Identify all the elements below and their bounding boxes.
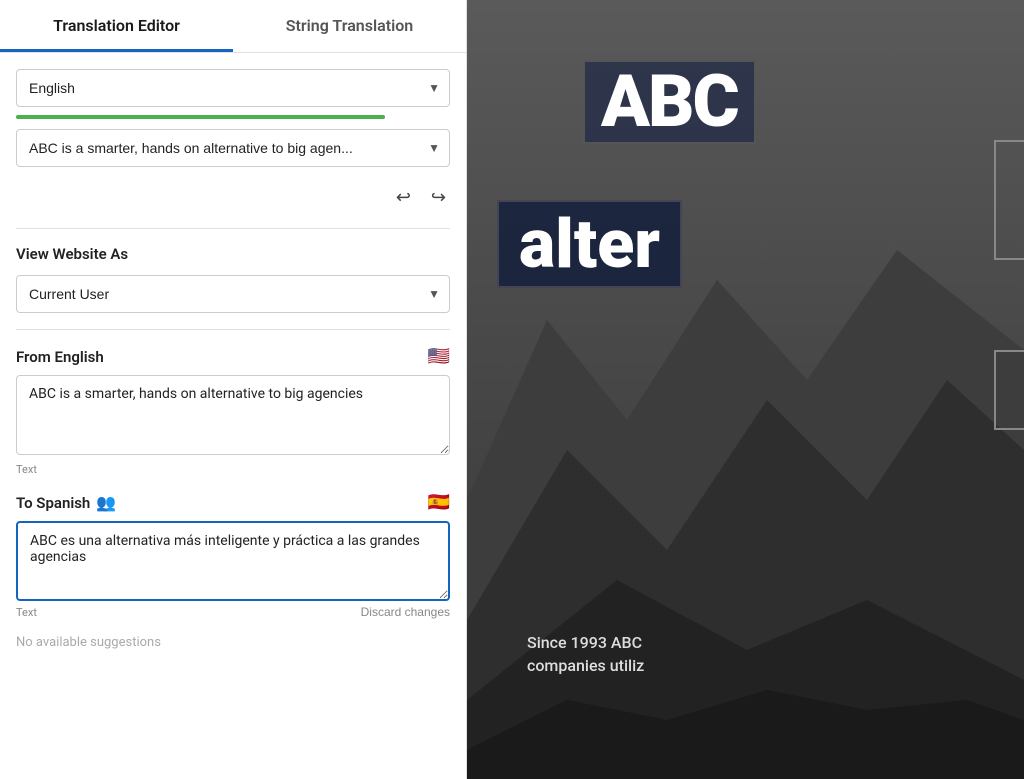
- divider-1: [16, 228, 450, 229]
- abc-text-box: ABC: [583, 60, 756, 144]
- since-line-1: Since 1993 ABC: [527, 633, 644, 652]
- undo-redo-bar: ↩ ↪: [16, 183, 450, 212]
- language-select-wrapper: English ▼: [16, 69, 450, 107]
- panel-content: English ▼ ABC is a smarter, hands on alt…: [0, 53, 466, 779]
- string-select[interactable]: ABC is a smarter, hands on alternative t…: [16, 129, 450, 167]
- border-box-1: [994, 140, 1024, 260]
- to-spanish-type: Text: [16, 606, 37, 619]
- discard-changes-button[interactable]: Discard changes: [361, 605, 450, 619]
- view-as-select[interactable]: Current User: [16, 275, 450, 313]
- view-website-as-label: View Website As: [16, 245, 450, 263]
- from-english-header: From English 🇺🇸: [16, 346, 450, 367]
- to-spanish-label: To Spanish 👥: [16, 493, 116, 512]
- view-as-select-wrapper: Current User ▼: [16, 275, 450, 313]
- preview-background: ✏ ABC alter Since 1993 ABC companies uti…: [467, 0, 1024, 779]
- alter-overlay: alter: [497, 200, 682, 288]
- language-select[interactable]: English: [16, 69, 450, 107]
- divider-2: [16, 329, 450, 330]
- discard-row: Text Discard changes: [16, 605, 450, 619]
- from-english-textarea[interactable]: [16, 375, 450, 455]
- undo-button[interactable]: ↩: [392, 183, 415, 212]
- to-spanish-header: To Spanish 👥 🇪🇸: [16, 492, 450, 513]
- to-spanish-textarea[interactable]: [16, 521, 450, 601]
- from-english-type: Text: [16, 463, 450, 476]
- right-panel: ✏ ABC alter Since 1993 ABC companies uti…: [467, 0, 1024, 779]
- since-line-2: companies utiliz: [527, 656, 644, 675]
- tabs-container: Translation Editor String Translation: [0, 0, 466, 53]
- abc-overlay: ABC: [583, 60, 756, 144]
- border-box-2: [994, 350, 1024, 430]
- abc-text: ABC: [601, 59, 738, 144]
- alter-text: alter: [519, 204, 660, 284]
- tab-string-translation[interactable]: String Translation: [233, 0, 466, 52]
- users-icon: 👥: [96, 493, 116, 512]
- from-english-label: From English: [16, 348, 104, 366]
- since-text: Since 1993 ABC companies utiliz: [527, 633, 644, 679]
- spanish-flag: 🇪🇸: [428, 492, 450, 513]
- english-flag: 🇺🇸: [428, 346, 450, 367]
- language-progress-bar: [16, 115, 385, 119]
- redo-button[interactable]: ↪: [427, 183, 450, 212]
- no-suggestions-label: No available suggestions: [16, 627, 450, 658]
- string-select-wrapper: ABC is a smarter, hands on alternative t…: [16, 129, 450, 167]
- left-panel: Translation Editor String Translation En…: [0, 0, 467, 779]
- tab-translation-editor[interactable]: Translation Editor: [0, 0, 233, 52]
